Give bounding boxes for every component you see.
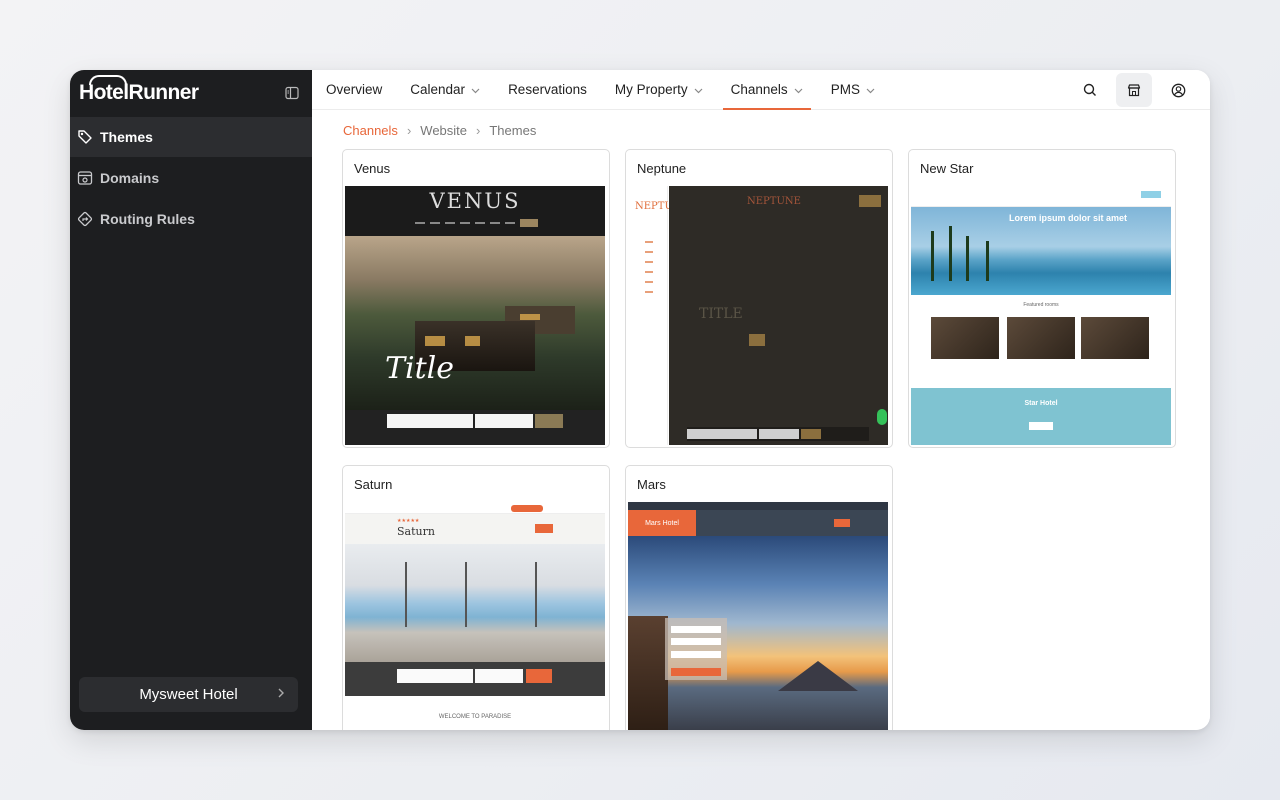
preview-header: VENUS [345, 186, 605, 236]
sidebar-toggle-icon[interactable] [284, 85, 300, 101]
tab-label: Overview [326, 82, 383, 97]
main-content: Overview Calendar Reservations My Proper… [312, 70, 1210, 730]
preview-brand: Mars Hotel [628, 510, 696, 536]
preview-brand: VENUS [429, 189, 521, 213]
preview-booking-bar [345, 410, 605, 445]
user-icon[interactable] [1160, 73, 1196, 107]
tab-label: My Property [614, 82, 688, 97]
theme-card-title: Saturn [354, 476, 393, 492]
search-icon[interactable] [1072, 73, 1108, 107]
palette-icon [76, 128, 94, 146]
theme-card-title: Neptune [637, 160, 687, 176]
tab-label: Calendar [410, 82, 466, 97]
chevron-right-icon [276, 686, 286, 704]
preview-hero-image: Lorem ipsum dolor sit amet [911, 207, 1171, 295]
breadcrumb-current: Themes [489, 123, 537, 138]
preview-brand: Saturn [397, 525, 435, 538]
store-icon[interactable] [1116, 73, 1152, 107]
breadcrumb: Channels › Website › Themes [343, 123, 536, 138]
preview-menu [415, 219, 538, 227]
app-window: HotelRunner Themes Domains Routing Rules… [70, 70, 1210, 730]
theme-preview-neptune: NEPTUNE NEPTUNE TITLE [628, 186, 888, 445]
tab-label: Reservations [508, 82, 587, 97]
sidebar: HotelRunner Themes Domains Routing Rules… [70, 70, 312, 730]
routing-icon [76, 210, 94, 228]
chevron-down-icon [471, 82, 480, 97]
sidebar-item-themes[interactable]: Themes [70, 117, 312, 157]
sidebar-item-domains[interactable]: Domains [70, 158, 312, 198]
sidebar-item-label: Domains [100, 170, 160, 186]
theme-preview-mars: Mars Hotel [628, 502, 888, 730]
hotel-name: Mysweet Hotel [139, 686, 238, 703]
tab-channels[interactable]: Channels [722, 70, 811, 110]
chevron-down-icon [794, 82, 803, 97]
preview-hero-image [345, 544, 605, 662]
tab-pms[interactable]: PMS [831, 70, 875, 110]
sidebar-item-routing-rules[interactable]: Routing Rules [70, 199, 312, 239]
preview-brand-center: NEPTUNE [747, 196, 801, 207]
sidebar-nav: Themes Domains Routing Rules [70, 117, 312, 239]
preview-title: Title [385, 351, 455, 386]
tab-label: PMS [830, 82, 860, 97]
theme-card-mars[interactable]: Mars Mars Hotel [625, 465, 893, 730]
chevron-right-icon: › [406, 123, 412, 138]
sidebar-header: HotelRunner [70, 70, 312, 116]
preview-title: Lorem ipsum dolor sit amet [1009, 213, 1128, 223]
preview-hero-image [628, 536, 888, 730]
top-actions [1064, 73, 1196, 107]
theme-preview-venus: VENUS Title [345, 186, 605, 445]
theme-preview-new-star: Lorem ipsum dolor sit amet Featured room… [911, 186, 1171, 445]
theme-card-venus[interactable]: Venus VENUS Title [342, 149, 610, 448]
preview-hero-image: Title [345, 236, 605, 410]
tab-label: Channels [730, 82, 788, 97]
tab-my-property[interactable]: My Property [615, 70, 703, 110]
breadcrumb-website[interactable]: Website [420, 123, 467, 138]
tab-reservations[interactable]: Reservations [508, 70, 587, 110]
logo: HotelRunner [79, 75, 199, 105]
theme-card-neptune[interactable]: Neptune NEPTUNE NEPTUNE TITLE [625, 149, 893, 448]
preview-footer: Star Hotel [1024, 400, 1058, 407]
top-nav: Overview Calendar Reservations My Proper… [312, 70, 1210, 110]
sidebar-item-label: Routing Rules [100, 211, 195, 227]
sidebar-item-label: Themes [100, 129, 153, 145]
hotel-selector-button[interactable]: Mysweet Hotel [79, 677, 298, 712]
logo-roof-mark [89, 75, 127, 85]
theme-card-saturn[interactable]: Saturn ★★★★★ Saturn WELCOME TO PARADISE [342, 465, 610, 730]
theme-card-title: Mars [637, 476, 666, 492]
theme-card-title: Venus [354, 160, 391, 176]
preview-footer: WELCOME TO PARADISE [438, 714, 512, 720]
chevron-down-icon [694, 82, 703, 97]
theme-preview-saturn: ★★★★★ Saturn WELCOME TO PARADISE [345, 502, 605, 730]
theme-card-new-star[interactable]: New Star Lorem ipsum dolor sit amet Feat… [908, 149, 1176, 448]
breadcrumb-channels[interactable]: Channels [343, 123, 398, 138]
chevron-right-icon: › [476, 123, 481, 138]
preview-title: TITLE [699, 306, 743, 322]
theme-card-title: New Star [920, 160, 974, 176]
chevron-down-icon [866, 82, 875, 97]
domain-icon [76, 169, 94, 187]
tab-calendar[interactable]: Calendar [410, 70, 480, 110]
tab-overview[interactable]: Overview [326, 70, 382, 110]
